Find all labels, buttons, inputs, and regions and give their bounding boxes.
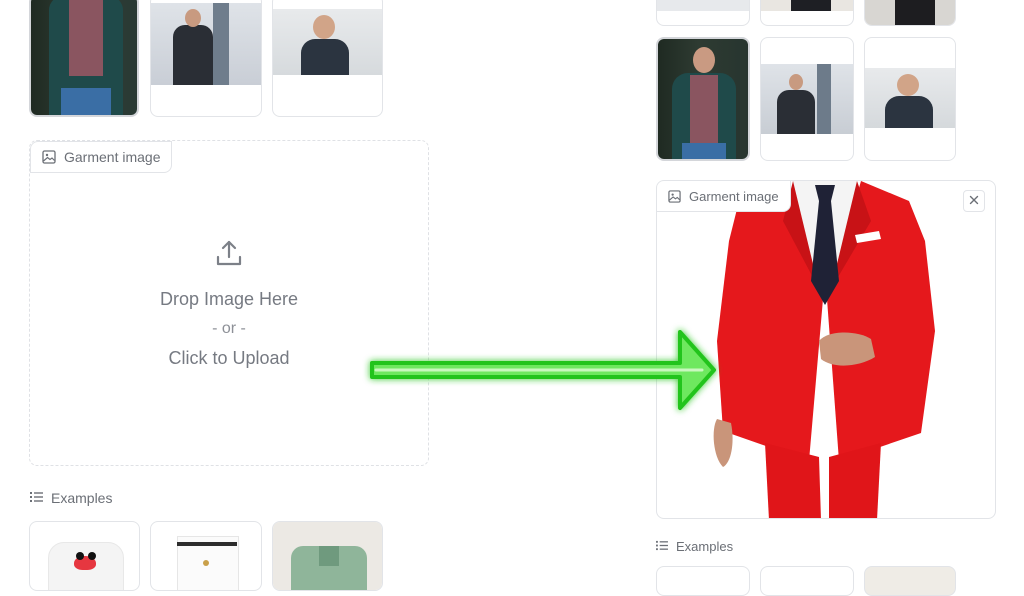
right-examples-label: Examples — [656, 539, 733, 554]
right-top-thumb-1[interactable] — [656, 0, 750, 26]
clear-image-button[interactable] — [963, 190, 985, 212]
right-garment-example-thumb-1[interactable] — [656, 566, 750, 596]
right-top-thumb-2[interactable] — [760, 0, 854, 26]
right-examples-label-text: Examples — [676, 539, 734, 554]
arrow-right-icon — [370, 330, 716, 410]
right-garment-example-thumb-3[interactable] — [864, 566, 956, 596]
right-human-thumb-3[interactable] — [864, 37, 956, 161]
garment-preview-image — [713, 181, 935, 518]
right-human-thumb-2[interactable] — [760, 37, 854, 161]
or-text: - or - — [212, 319, 246, 337]
close-icon — [969, 192, 979, 210]
left-examples-label: Examples — [30, 490, 112, 506]
right-garment-example-thumb-2[interactable] — [760, 566, 854, 596]
right-garment-image-label: Garment image — [657, 181, 791, 212]
drop-image-text: Drop Image Here — [159, 288, 299, 309]
image-icon — [668, 189, 681, 203]
garment-example-thumb-1[interactable] — [29, 521, 140, 591]
right-top-thumb-3[interactable] — [864, 0, 956, 26]
human-example-thumb-3[interactable] — [272, 0, 383, 117]
list-icon — [656, 539, 668, 554]
right-human-thumb-1[interactable] — [656, 37, 750, 161]
right-garment-image-label-text: Garment image — [689, 188, 779, 204]
list-icon — [30, 490, 43, 506]
garment-example-thumb-3[interactable] — [272, 521, 383, 591]
click-to-upload-text[interactable]: Click to Upload — [168, 348, 289, 369]
human-example-thumb-2[interactable] — [150, 0, 262, 117]
left-examples-label-text: Examples — [51, 490, 113, 506]
upload-icon — [214, 238, 244, 273]
garment-example-thumb-2[interactable] — [150, 521, 262, 591]
human-example-thumb-1[interactable] — [29, 0, 139, 117]
